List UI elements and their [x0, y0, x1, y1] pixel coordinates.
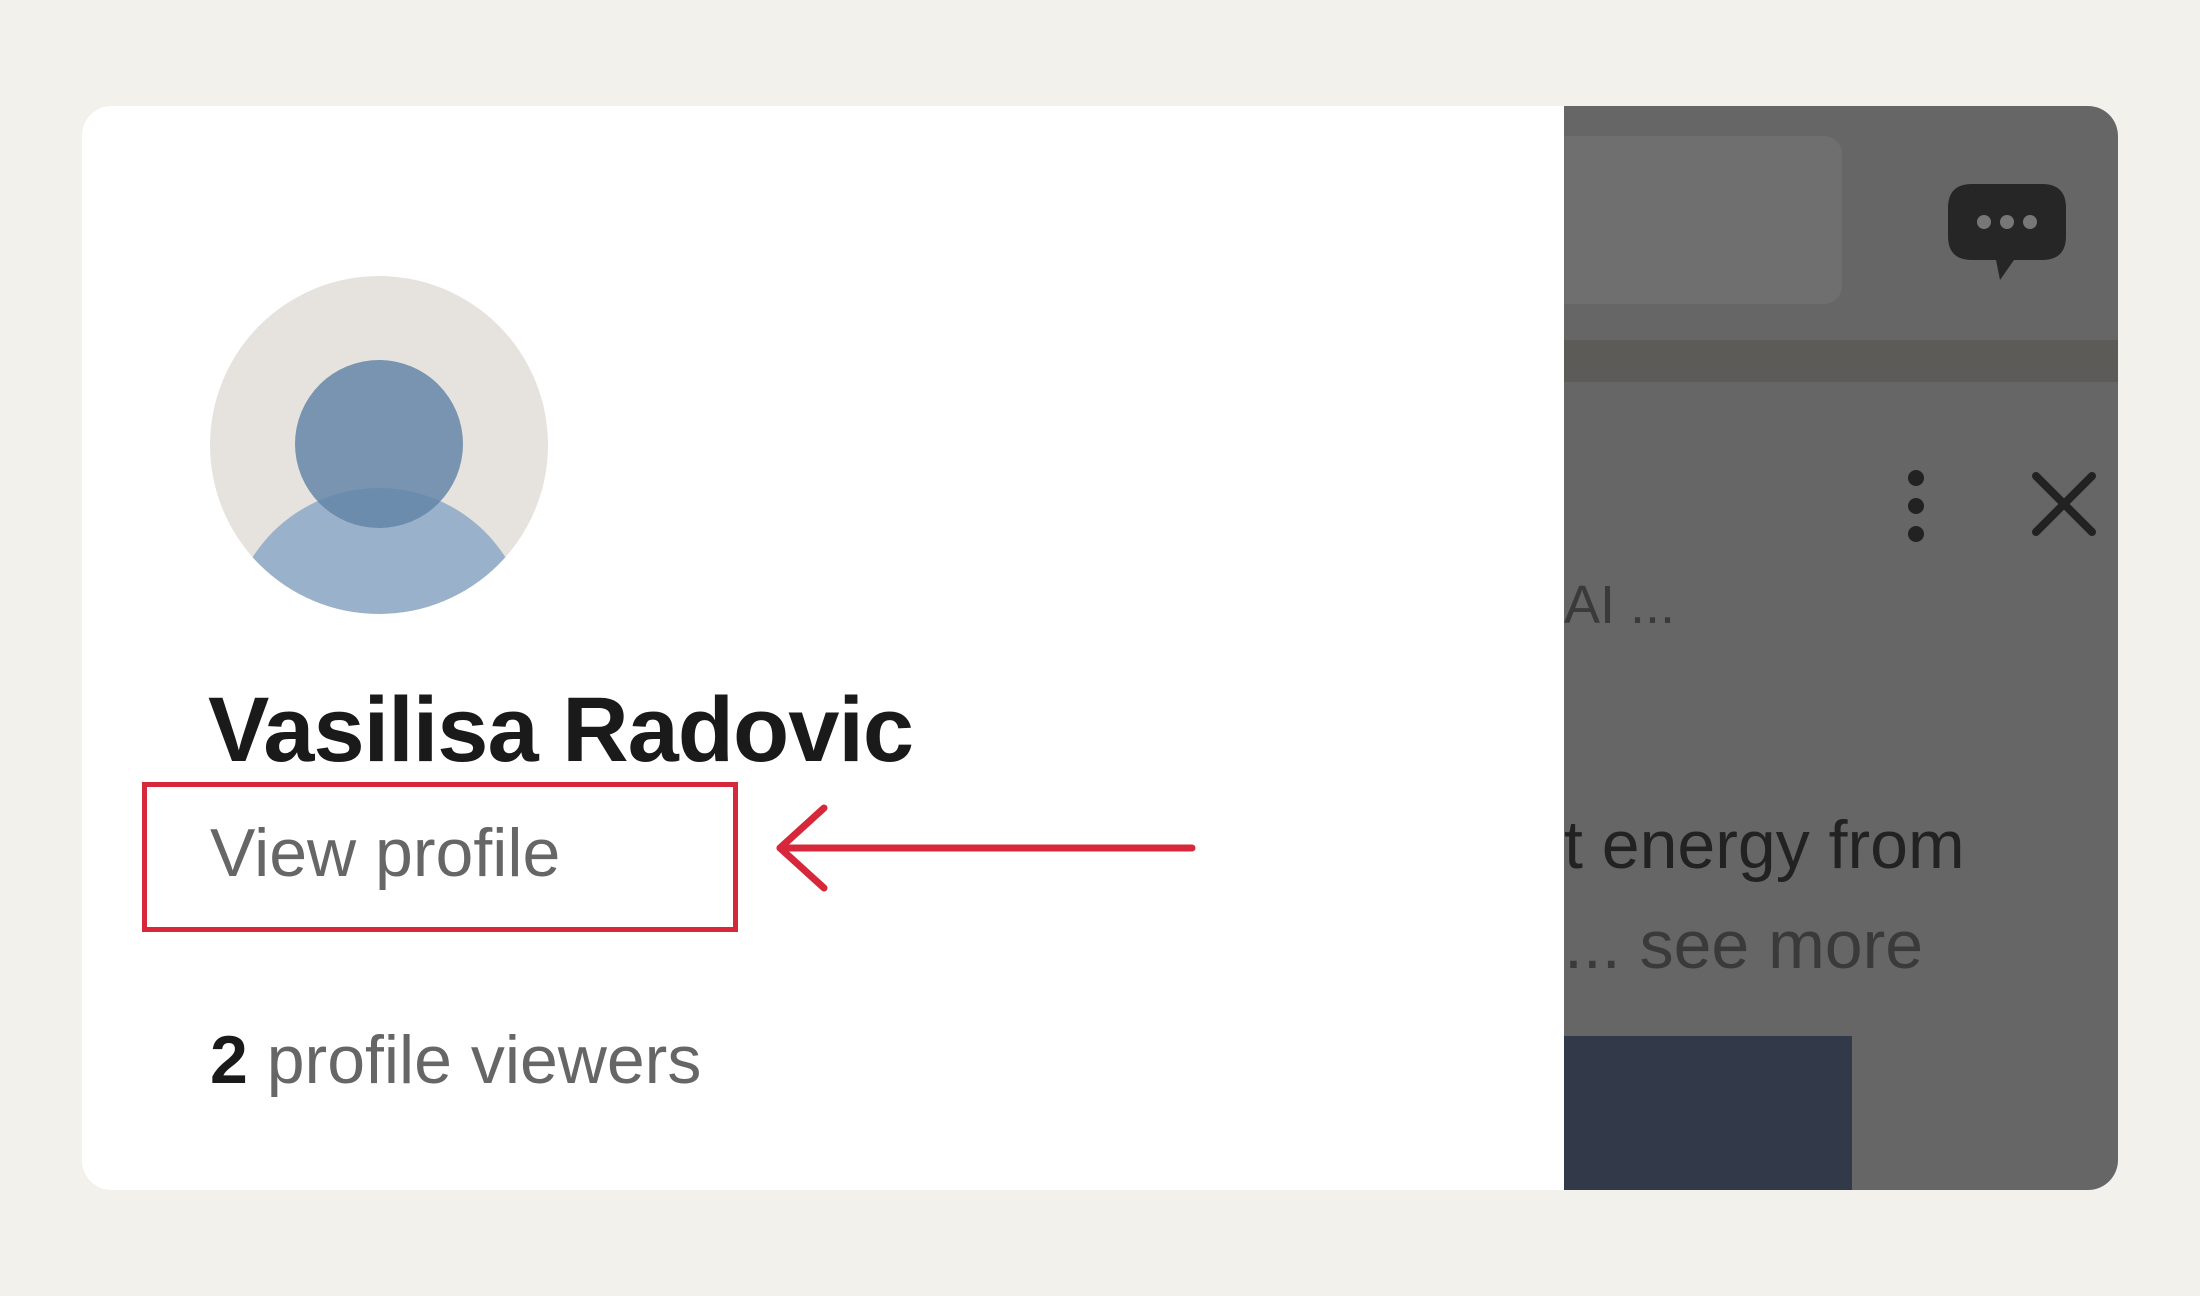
search-box [1564, 136, 1842, 304]
dimmed-feed-overlay[interactable]: AI ... t energy from ... see more [1564, 106, 2118, 1190]
profile-name: Vasilisa Radovic [208, 679, 914, 781]
profile-viewers-label: profile viewers [266, 1022, 702, 1098]
close-icon [2032, 472, 2096, 536]
profile-viewers[interactable]: 2 profile viewers [210, 1021, 701, 1099]
chat-bubble-icon [1948, 184, 2066, 280]
more-vertical-icon [1908, 470, 1924, 542]
post-text-snippet: t energy from [1564, 807, 1965, 883]
feed-divider [1564, 340, 2118, 382]
highlight-annotation-box [142, 782, 738, 932]
profile-drawer: Vasilisa Radovic View profile 2 profile … [82, 106, 1564, 1190]
post-header-snippet: AI ... [1564, 575, 1676, 635]
screenshot-card: Vasilisa Radovic View profile 2 profile … [82, 106, 2118, 1190]
avatar[interactable] [210, 276, 548, 614]
profile-viewers-count: 2 [210, 1022, 248, 1098]
avatar-head-shape [295, 360, 463, 528]
see-more-snippet: ... see more [1564, 907, 1924, 983]
post-image [1564, 1036, 1852, 1190]
arrow-annotation-icon [776, 804, 1196, 892]
